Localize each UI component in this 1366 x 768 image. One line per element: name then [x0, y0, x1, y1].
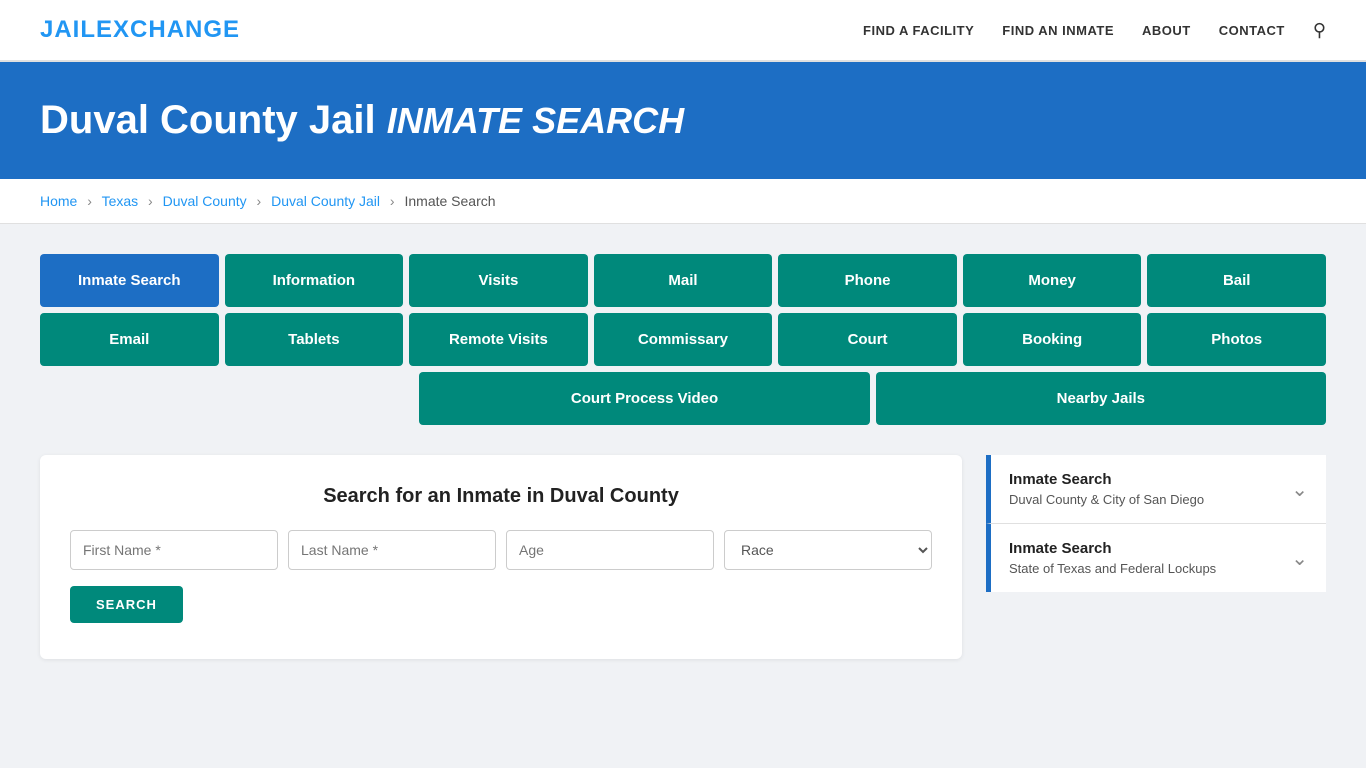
race-select[interactable]: Race White Black Hispanic Asian Other	[724, 530, 932, 570]
tab-photos[interactable]: Photos	[1147, 313, 1326, 366]
search-button[interactable]: SEARCH	[70, 586, 183, 623]
tab-bail[interactable]: Bail	[1147, 254, 1326, 307]
tab-court-process-video[interactable]: Court Process Video	[419, 372, 869, 425]
sidebar: Inmate Search Duval County & City of San…	[986, 455, 1326, 659]
sidebar-card-1-subtitle: Duval County & City of San Diego	[1009, 492, 1204, 507]
sidebar-card-2-title: Inmate Search	[1009, 540, 1216, 557]
chevron-down-icon: ⌄	[1291, 477, 1308, 502]
tab-money[interactable]: Money	[963, 254, 1142, 307]
breadcrumb-sep-3: ›	[257, 193, 262, 209]
first-name-input[interactable]	[70, 530, 278, 570]
breadcrumb-sep-1: ›	[87, 193, 92, 209]
nav-find-facility[interactable]: FIND A FACILITY	[863, 23, 974, 38]
breadcrumb-texas[interactable]: Texas	[102, 193, 139, 209]
search-icon[interactable]: ⚲	[1313, 20, 1326, 41]
sidebar-card-2[interactable]: Inmate Search State of Texas and Federal…	[986, 524, 1326, 592]
chevron-down-icon-2: ⌄	[1291, 546, 1308, 571]
tab-remote-visits[interactable]: Remote Visits	[409, 313, 588, 366]
breadcrumb-sep-2: ›	[148, 193, 153, 209]
nav-about[interactable]: ABOUT	[1142, 23, 1191, 38]
main-content: Inmate Search Information Visits Mail Ph…	[0, 224, 1366, 689]
tab-commissary[interactable]: Commissary	[594, 313, 773, 366]
breadcrumb-sep-4: ›	[390, 193, 395, 209]
nav-contact[interactable]: CONTACT	[1219, 23, 1285, 38]
tab-row-3: Court Process Video Nearby Jails	[40, 372, 1326, 425]
age-input[interactable]	[506, 530, 714, 570]
tab-booking[interactable]: Booking	[963, 313, 1142, 366]
nav-find-inmate[interactable]: FIND AN INMATE	[1002, 23, 1114, 38]
tab-row-1: Inmate Search Information Visits Mail Ph…	[40, 254, 1326, 307]
logo-part3: XCHANGE	[113, 16, 240, 43]
tab-court[interactable]: Court	[778, 313, 957, 366]
logo[interactable]: JAILEXCHANGE	[40, 16, 240, 44]
navbar: JAILEXCHANGE FIND A FACILITY FIND AN INM…	[0, 0, 1366, 62]
nav-links: FIND A FACILITY FIND AN INMATE ABOUT CON…	[863, 20, 1326, 41]
search-panel: Search for an Inmate in Duval County Rac…	[40, 455, 962, 659]
tab-tablets[interactable]: Tablets	[225, 313, 404, 366]
breadcrumb-current: Inmate Search	[404, 193, 495, 209]
tab-inmate-search[interactable]: Inmate Search	[40, 254, 219, 307]
page-title: Duval County Jail INMATE SEARCH	[40, 98, 1326, 143]
breadcrumb: Home › Texas › Duval County › Duval Coun…	[0, 179, 1366, 224]
tab-mail[interactable]: Mail	[594, 254, 773, 307]
breadcrumb-duval-county[interactable]: Duval County	[163, 193, 247, 209]
logo-part2: E	[96, 16, 113, 43]
hero-banner: Duval County Jail INMATE SEARCH	[0, 62, 1366, 179]
tab-nearby-jails[interactable]: Nearby Jails	[876, 372, 1326, 425]
sidebar-card-1[interactable]: Inmate Search Duval County & City of San…	[986, 455, 1326, 524]
sidebar-card-2-subtitle: State of Texas and Federal Lockups	[1009, 561, 1216, 576]
tab-row-2: Email Tablets Remote Visits Commissary C…	[40, 313, 1326, 366]
logo-part1: JAIL	[40, 16, 96, 43]
lower-section: Search for an Inmate in Duval County Rac…	[40, 455, 1326, 659]
search-title: Search for an Inmate in Duval County	[70, 485, 932, 508]
tab-phone[interactable]: Phone	[778, 254, 957, 307]
tab-information[interactable]: Information	[225, 254, 404, 307]
breadcrumb-duval-jail[interactable]: Duval County Jail	[271, 193, 380, 209]
tab-email[interactable]: Email	[40, 313, 219, 366]
last-name-input[interactable]	[288, 530, 496, 570]
sidebar-card-1-title: Inmate Search	[1009, 471, 1204, 488]
breadcrumb-home[interactable]: Home	[40, 193, 77, 209]
tab-visits[interactable]: Visits	[409, 254, 588, 307]
search-fields: Race White Black Hispanic Asian Other	[70, 530, 932, 570]
